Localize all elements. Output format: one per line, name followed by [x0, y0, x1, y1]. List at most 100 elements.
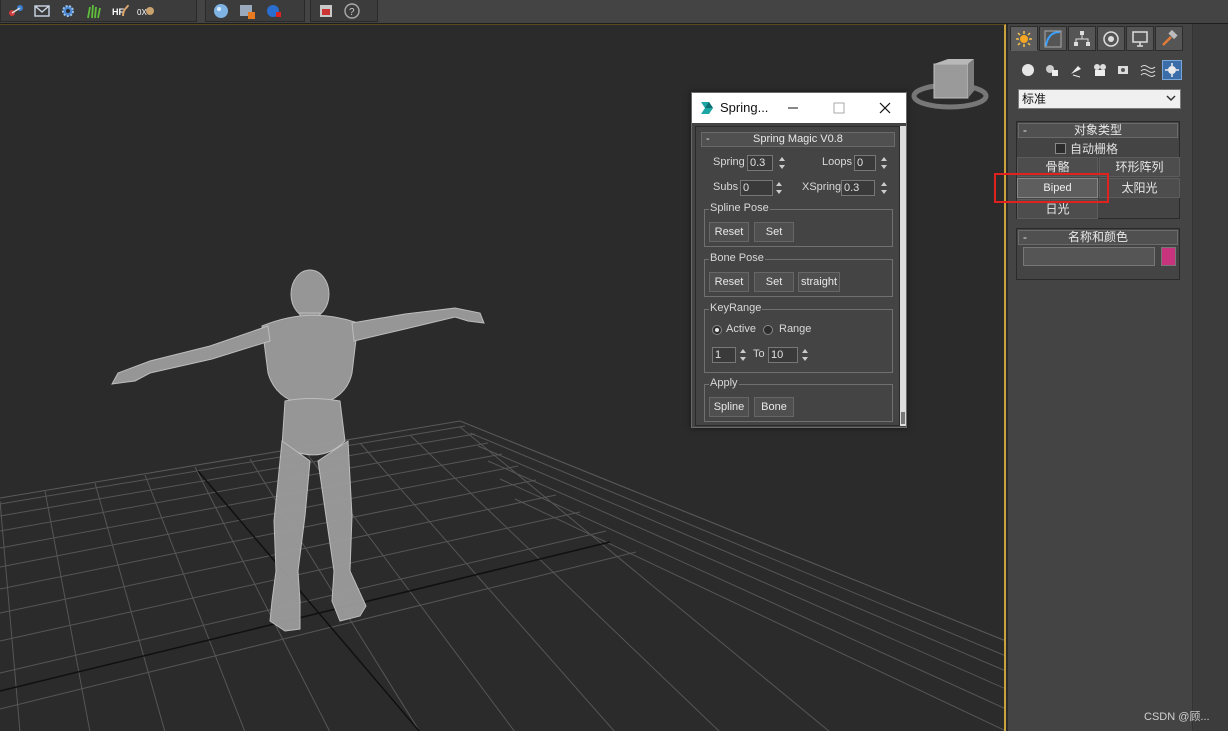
app-window: HF 0X ? 标准 - 对象类型 自动栅格 骨骼 环形阵列 Biped 太阳光…	[0, 0, 1228, 731]
range-to-input[interactable]: 10	[768, 347, 798, 363]
object-type-rollout: - 对象类型 自动栅格 骨骼 环形阵列 Biped 太阳光 日光	[1016, 121, 1180, 219]
key-range-group: KeyRange Active Range 1 To 10	[704, 302, 893, 373]
spline-pose-title: Spline Pose	[709, 202, 770, 214]
hierarchy-tab[interactable]	[1068, 26, 1096, 51]
spring-label: Spring	[713, 156, 745, 168]
cylinder-icon[interactable]: 0X	[135, 2, 157, 20]
spring-magic-header[interactable]: - Spring Magic V0.8	[701, 132, 895, 147]
object-type-header[interactable]: - 对象类型	[1018, 123, 1178, 138]
spring-magic-title: Spring Magic V0.8	[753, 133, 843, 145]
systems-icon[interactable]	[1162, 60, 1182, 80]
range-from-input[interactable]: 1	[712, 347, 736, 363]
spinner-arrows-icon[interactable]	[777, 155, 787, 171]
lights-icon[interactable]	[1066, 60, 1086, 80]
close-button[interactable]	[862, 93, 908, 123]
hammer-icon	[1162, 29, 1178, 46]
cameras-icon[interactable]	[1090, 60, 1110, 80]
object-type-title: 对象类型	[1073, 123, 1122, 137]
toolbar-group-left: HF 0X	[0, 0, 197, 22]
envelope-icon[interactable]	[31, 2, 53, 20]
helpers-icon[interactable]	[1114, 60, 1134, 80]
close-icon	[879, 102, 891, 114]
sunlight-button[interactable]: 太阳光	[1099, 178, 1180, 198]
watermark: CSDN @顾...	[1144, 711, 1210, 723]
spinner-arrows-icon[interactable]	[774, 180, 784, 196]
dialog-scroll-thumb[interactable]	[901, 412, 905, 424]
apply-group: Apply Spline Bone	[704, 377, 893, 422]
bone-reset-button[interactable]: Reset	[709, 272, 749, 292]
maximize-icon	[833, 102, 845, 114]
create-tab[interactable]	[1010, 26, 1038, 51]
dialog-title: Spring...	[720, 100, 769, 115]
grid-floor	[0, 420, 1004, 731]
range-to-label: To	[753, 348, 765, 360]
category-dropdown[interactable]: 标准	[1018, 89, 1181, 109]
dialog-scrollbar[interactable]	[900, 126, 906, 426]
motion-tab[interactable]	[1097, 26, 1125, 51]
motion-icon	[1103, 30, 1119, 47]
modify-tab[interactable]	[1039, 26, 1067, 51]
viewcube[interactable]	[911, 59, 989, 110]
spacewarps-icon[interactable]	[1138, 60, 1158, 80]
svg-text:?: ?	[349, 7, 355, 18]
command-panel-tabs	[1010, 26, 1183, 51]
apply-bone-button[interactable]: Bone	[754, 397, 794, 417]
xspring-label: XSpring	[802, 181, 842, 193]
name-color-header[interactable]: - 名称和颜色	[1018, 230, 1178, 245]
main-toolbar: HF 0X ?	[0, 0, 1228, 24]
xspring-input[interactable]: 0.3	[841, 180, 875, 196]
spinner-arrows-icon[interactable]	[879, 180, 889, 196]
autogrid-checkbox[interactable]: 自动栅格	[1055, 140, 1118, 157]
sphere-render-icon[interactable]	[210, 2, 232, 20]
spline-set-button[interactable]: Set	[754, 222, 794, 242]
apply-spline-button[interactable]: Spline	[709, 397, 749, 417]
biped-highlight-box	[994, 173, 1109, 203]
render-setup-icon[interactable]	[236, 2, 258, 20]
loops-label: Loops	[822, 156, 852, 168]
utilities-tab[interactable]	[1155, 26, 1183, 51]
command-panel: 标准 - 对象类型 自动栅格 骨骼 环形阵列 Biped 太阳光 日光 - 名称…	[1008, 24, 1228, 731]
shapes-icon[interactable]	[1042, 60, 1062, 80]
bone-set-button[interactable]: Set	[754, 272, 794, 292]
render-frame-icon[interactable]	[315, 2, 337, 20]
collapse-icon: -	[1023, 123, 1027, 137]
display-tab[interactable]	[1126, 26, 1154, 51]
hierarchy-icon	[1074, 30, 1090, 46]
collapse-icon: -	[706, 133, 710, 145]
key-range-title: KeyRange	[709, 302, 763, 314]
range-radio[interactable]	[763, 325, 773, 335]
hf-icon[interactable]: HF	[109, 2, 131, 20]
molecule-icon[interactable]	[5, 2, 27, 20]
render-sphere-icon[interactable]	[262, 2, 284, 20]
active-label: Active	[726, 323, 756, 335]
name-color-title: 名称和颜色	[1067, 230, 1128, 244]
toolbar-group-help: ?	[310, 0, 378, 22]
spinner-arrows-icon[interactable]	[738, 347, 748, 363]
loops-input[interactable]: 0	[854, 155, 876, 171]
create-category-icons	[1018, 60, 1182, 80]
help-icon[interactable]: ?	[341, 2, 363, 20]
spring-input[interactable]: 0.3	[747, 155, 773, 171]
curve-icon	[1044, 30, 1062, 47]
subs-input[interactable]: 0	[740, 180, 773, 196]
spline-reset-button[interactable]: Reset	[709, 222, 749, 242]
bone-straight-button[interactable]: straight	[798, 272, 840, 292]
command-panel-scrollbar[interactable]	[1192, 24, 1228, 731]
ring-array-button[interactable]: 环形阵列	[1099, 157, 1180, 177]
minimize-icon	[788, 107, 798, 109]
active-radio[interactable]	[712, 325, 722, 335]
grass-icon[interactable]	[83, 2, 105, 20]
geometry-icon[interactable]	[1018, 60, 1038, 80]
minimize-button[interactable]	[770, 93, 816, 123]
object-color-swatch[interactable]	[1161, 247, 1176, 266]
spinner-arrows-icon[interactable]	[800, 347, 810, 363]
autogrid-box[interactable]	[1055, 143, 1066, 154]
gear-icon[interactable]	[57, 2, 79, 20]
dialog-titlebar[interactable]: Spring...	[692, 93, 906, 123]
ox-label: 0X	[137, 8, 147, 17]
monitor-icon	[1132, 30, 1148, 47]
object-name-field[interactable]	[1023, 247, 1155, 266]
spinner-arrows-icon[interactable]	[879, 155, 889, 171]
maximize-button[interactable]	[816, 93, 862, 123]
autogrid-label: 自动栅格	[1070, 142, 1119, 156]
